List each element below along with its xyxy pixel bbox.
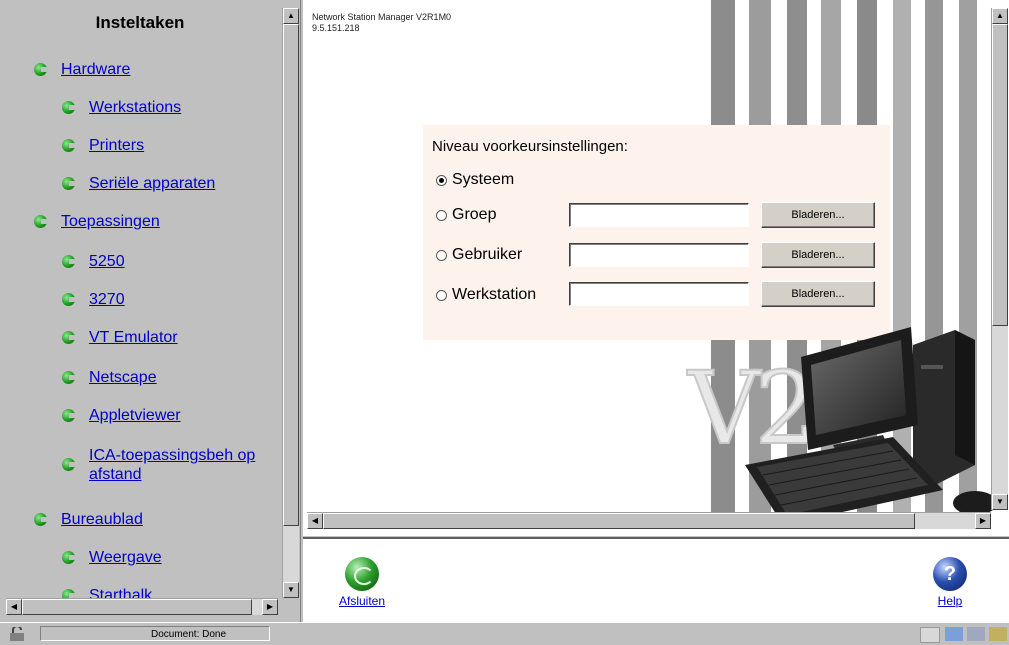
content-vertical-scrollbar[interactable]: ▲ ▼ — [991, 8, 1008, 510]
gebruiker-input[interactable] — [569, 243, 749, 267]
nav-link[interactable]: Weergave — [89, 548, 162, 567]
radio-label: Systeem — [452, 171, 515, 188]
groep-input[interactable] — [569, 203, 749, 227]
nav-link[interactable]: Netscape — [89, 368, 157, 387]
nav-item-weergave[interactable]: Weergave — [62, 548, 162, 567]
browse-werkstation-button[interactable]: Bladeren... — [761, 281, 875, 307]
scroll-left-icon[interactable]: ◀ — [6, 599, 22, 615]
app-name: Network Station Manager V2R1M0 — [312, 12, 452, 22]
nav-horizontal-scrollbar[interactable]: ◀ ▶ — [6, 598, 278, 615]
nav-item-3270[interactable]: 3270 — [62, 290, 125, 309]
scroll-up-icon[interactable]: ▲ — [992, 8, 1008, 24]
radio-label: Groep — [452, 206, 497, 223]
nav-title: Insteltaken — [95, 13, 185, 32]
green-bullet-icon — [62, 331, 76, 344]
radio-button[interactable] — [436, 209, 447, 221]
browse-groep-button[interactable]: Bladeren... — [761, 202, 875, 228]
preferences-panel: Niveau voorkeursinstellingen: Systeem Gr… — [423, 125, 890, 340]
help-icon[interactable]: ? — [933, 557, 967, 591]
green-bullet-icon — [62, 293, 76, 306]
nav-item-ica[interactable]: ICA-toepassingsbeh op afstand — [62, 446, 282, 484]
nav-link[interactable]: 3270 — [89, 290, 125, 309]
bottom-toolbar: Afsluiten ? Help — [303, 537, 1009, 624]
header-info: Network Station Manager V2R1M0 9.5.151.2… — [312, 12, 451, 34]
help-button[interactable]: ? Help — [933, 557, 967, 608]
green-bullet-icon — [62, 255, 76, 268]
nav-link[interactable]: Toepassingen — [61, 212, 160, 231]
nav-item-5250[interactable]: 5250 — [62, 252, 125, 271]
status-text: Document: Done — [40, 626, 270, 641]
navigator-icon[interactable] — [945, 627, 963, 641]
nav-item-bureaublad[interactable]: Bureaublad — [34, 510, 143, 529]
nav-item-printers[interactable]: Printers — [62, 136, 144, 155]
green-bullet-icon — [62, 371, 76, 384]
nav-link[interactable]: 5250 — [89, 252, 125, 271]
radio-werkstation[interactable]: Werkstation — [436, 286, 536, 304]
scroll-right-icon[interactable]: ▶ — [975, 513, 991, 529]
nav-link[interactable]: Hardware — [61, 60, 130, 79]
nav-link[interactable]: VT Emulator — [89, 328, 178, 347]
scroll-right-icon[interactable]: ▶ — [262, 599, 278, 615]
radio-groep[interactable]: Groep — [436, 206, 496, 224]
nav-item-seriele-apparaten[interactable]: Seriële apparaten — [62, 174, 215, 193]
scroll-thumb[interactable] — [992, 24, 1008, 326]
nav-item-hardware[interactable]: Hardware — [34, 60, 130, 79]
green-bullet-icon — [62, 139, 76, 152]
green-bullet-icon — [34, 513, 48, 526]
radio-button[interactable] — [436, 249, 447, 261]
scroll-down-icon[interactable]: ▼ — [992, 494, 1008, 510]
radio-label: Gebruiker — [452, 246, 523, 263]
nav-link[interactable]: Printers — [89, 136, 144, 155]
exit-icon[interactable] — [345, 557, 380, 591]
nav-item-appletviewer[interactable]: Appletviewer — [62, 406, 181, 425]
nav-item-vt-emulator[interactable]: VT Emulator — [62, 328, 178, 347]
prefs-title: Niveau voorkeursinstellingen: — [432, 138, 628, 155]
help-label[interactable]: Help — [933, 594, 967, 608]
content-frame: Network Station Manager V2R1M0 9.5.151.2… — [303, 0, 1009, 536]
nav-item-netscape[interactable]: Netscape — [62, 368, 157, 387]
nav-link[interactable]: ICA-toepassingsbeh op afstand — [89, 446, 279, 484]
werkstation-input[interactable] — [569, 282, 749, 306]
progress-icon — [920, 627, 940, 643]
computer-illustration-icon — [745, 327, 997, 525]
nav-vertical-scrollbar[interactable]: ▲ ▼ — [282, 8, 299, 598]
radio-label: Werkstation — [452, 286, 537, 303]
scroll-up-icon[interactable]: ▲ — [283, 8, 299, 24]
radio-gebruiker[interactable]: Gebruiker — [436, 246, 522, 264]
nav-link[interactable]: Appletviewer — [89, 406, 181, 425]
exit-button[interactable]: Afsluiten — [339, 557, 385, 608]
exit-label[interactable]: Afsluiten — [339, 594, 385, 608]
nav-link[interactable]: Werkstations — [89, 98, 181, 117]
status-bar: Document: Done — [0, 622, 1009, 645]
green-bullet-icon — [62, 409, 76, 422]
green-bullet-icon — [62, 177, 76, 190]
radio-systeem[interactable]: Systeem — [436, 171, 514, 189]
nav-link[interactable]: Bureaublad — [61, 510, 143, 529]
composer-icon[interactable] — [989, 627, 1007, 641]
nav-item-werkstations[interactable]: Werkstations — [62, 98, 181, 117]
browse-gebruiker-button[interactable]: Bladeren... — [761, 242, 875, 268]
green-bullet-icon — [34, 215, 48, 228]
scroll-left-icon[interactable]: ◀ — [307, 513, 323, 529]
nav-link[interactable]: Seriële apparaten — [89, 174, 215, 193]
scroll-down-icon[interactable]: ▼ — [283, 582, 299, 598]
green-bullet-icon — [62, 101, 76, 114]
mail-icon[interactable] — [967, 627, 985, 641]
green-bullet-icon — [62, 458, 76, 471]
scroll-thumb[interactable] — [283, 24, 299, 526]
nav-frame: Insteltaken Hardware Werkstations Printe… — [0, 0, 301, 622]
scroll-thumb[interactable] — [22, 599, 252, 615]
nav-item-toepassingen[interactable]: Toepassingen — [34, 212, 160, 231]
security-icon — [10, 627, 24, 641]
content-horizontal-scrollbar[interactable]: ◀ ▶ — [307, 512, 991, 529]
green-bullet-icon — [62, 551, 76, 564]
scroll-thumb[interactable] — [323, 513, 915, 529]
green-bullet-icon — [34, 63, 48, 76]
radio-button[interactable] — [436, 289, 447, 301]
ip-address: 9.5.151.218 — [312, 23, 360, 33]
radio-button[interactable] — [436, 174, 447, 186]
